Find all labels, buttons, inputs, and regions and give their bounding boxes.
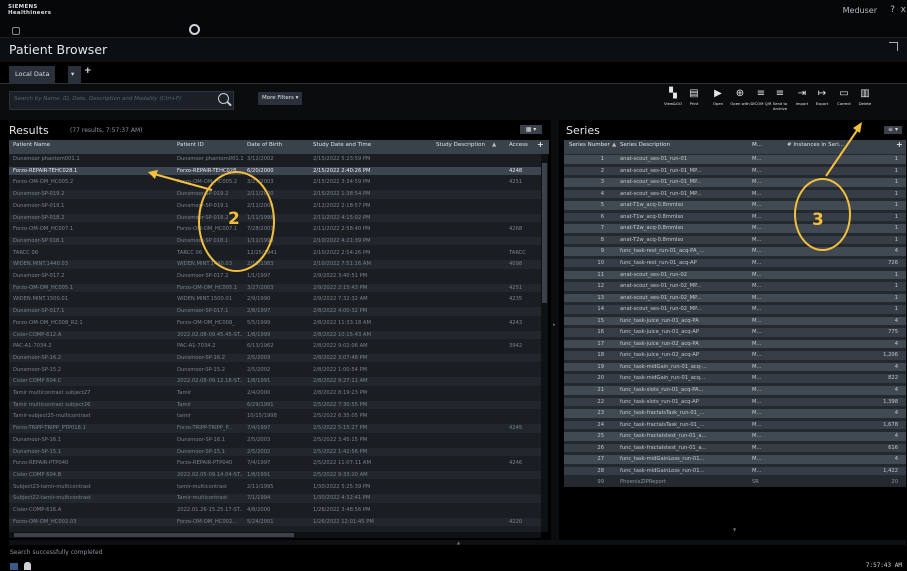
annotation-arrow-3: [825, 128, 859, 177]
annotation-arrowhead-2: [148, 170, 158, 179]
annotation-number-3: 3: [812, 210, 824, 230]
annotation-arrow-2: [153, 173, 213, 191]
annotation-number-2: 2: [228, 209, 240, 229]
annotation-layer: [148, 122, 862, 191]
